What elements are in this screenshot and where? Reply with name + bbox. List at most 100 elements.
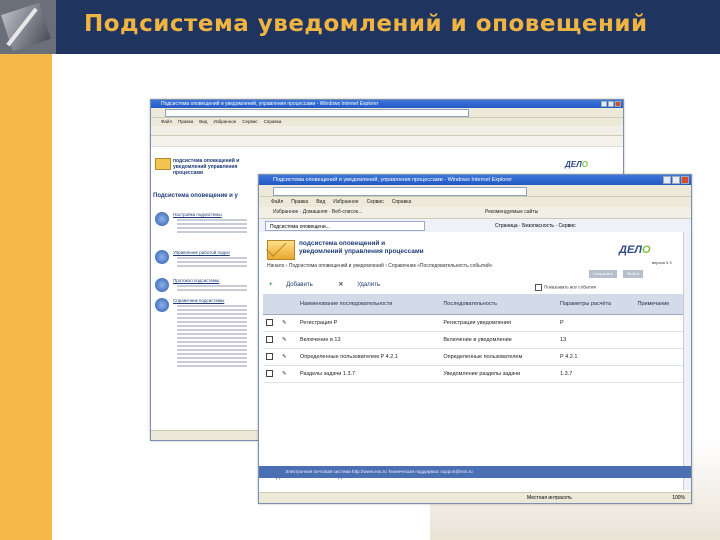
checkbox-icon[interactable] bbox=[535, 284, 542, 291]
row-params: 13 bbox=[557, 331, 635, 349]
menu-file[interactable]: Файл bbox=[271, 197, 283, 207]
add-button[interactable]: + Добавить bbox=[269, 282, 325, 288]
favorite-link-2[interactable]: Рекомендуемые сайты bbox=[485, 207, 538, 218]
command-tools[interactable]: Страница · Безопасность · Сервис bbox=[495, 221, 576, 231]
exit-button[interactable]: Выйти bbox=[623, 270, 644, 278]
window-controls bbox=[601, 101, 621, 107]
edit-icon[interactable]: ✎ bbox=[279, 365, 297, 383]
breadcrumb[interactable]: Начало › Подсистема оповещений и уведомл… bbox=[267, 263, 517, 270]
row-params: Р bbox=[557, 314, 635, 332]
settings-icon bbox=[155, 212, 169, 226]
window-controls bbox=[663, 176, 689, 184]
list-item-label[interactable]: Настройка подсистемы bbox=[173, 212, 222, 217]
menu-tools[interactable]: Сервис bbox=[242, 118, 257, 126]
table-row[interactable]: ✎ Регистрация Р Регистрация уведомления … bbox=[263, 314, 685, 332]
version-label: версия 9.3 bbox=[652, 260, 672, 265]
window-title: Подсистема оповещений и уведомлений, упр… bbox=[161, 101, 379, 107]
menu-help[interactable]: Справка bbox=[264, 118, 282, 126]
slide-title: Подсистема уведомлений и оповещений bbox=[84, 11, 648, 37]
zoom-level[interactable]: 100% bbox=[672, 493, 685, 503]
window-titlebar[interactable]: Подсистема оповещений и уведомлений, упр… bbox=[151, 100, 623, 108]
table-row[interactable]: ✎ Определенные пользователем Р 4.2.1 Опр… bbox=[263, 348, 685, 366]
delo-logo: ДЕЛО bbox=[619, 244, 651, 256]
row-name: Регистрация Р bbox=[297, 314, 441, 332]
edit-icon[interactable]: ✎ bbox=[279, 331, 297, 349]
column-header[interactable]: Наименование последовательности bbox=[297, 294, 441, 315]
menu-view[interactable]: Вид bbox=[199, 118, 207, 126]
menu-favorites[interactable]: Избранное bbox=[333, 197, 358, 207]
row-checkbox[interactable] bbox=[266, 369, 273, 377]
row-checkbox[interactable] bbox=[266, 318, 273, 326]
delete-button[interactable]: ✕ Удалить bbox=[338, 282, 392, 288]
minimize-icon[interactable] bbox=[663, 176, 671, 184]
process-icon bbox=[155, 250, 169, 264]
minimize-icon[interactable] bbox=[601, 101, 607, 107]
address-field[interactable] bbox=[273, 187, 527, 196]
app-title: подсистема оповещений и уведомлений упра… bbox=[173, 158, 263, 176]
envelope-icon bbox=[267, 240, 295, 260]
menu-view[interactable]: Вид bbox=[316, 197, 325, 207]
scrollbar[interactable] bbox=[683, 232, 691, 490]
column-header bbox=[279, 294, 297, 315]
edit-icon[interactable]: ✎ bbox=[279, 314, 297, 332]
list-item-label[interactable]: Управление работой подси bbox=[173, 250, 230, 255]
table-row[interactable]: ✎ Включение в 13 Включение в уведомление… bbox=[263, 331, 685, 349]
command-bar bbox=[151, 136, 623, 147]
row-sequence: Уведомление разделы задачи bbox=[440, 365, 558, 383]
menu-tools[interactable]: Сервис bbox=[367, 197, 384, 207]
list-item-label[interactable]: Справочник подсистемы bbox=[173, 298, 224, 303]
window-title: Подсистема оповещений и уведомлений, упр… bbox=[273, 177, 513, 183]
column-header bbox=[263, 294, 279, 315]
menu-edit[interactable]: Правка bbox=[291, 197, 308, 207]
menu-bar: Файл Правка Вид Избранное Сервис Справка bbox=[151, 118, 623, 126]
app-title: подсистема оповещений и уведомлений упра… bbox=[299, 240, 499, 256]
left-decor-strip bbox=[0, 54, 56, 540]
edit-icon[interactable]: ✎ bbox=[279, 348, 297, 366]
filter-checkbox[interactable]: Показывать все события bbox=[535, 284, 596, 291]
row-sequence: Включение в уведомление bbox=[440, 331, 558, 349]
save-button[interactable]: Сохранить bbox=[589, 270, 617, 278]
row-checkbox[interactable] bbox=[266, 352, 273, 360]
window-titlebar[interactable]: Подсистема оповещений и уведомлений, упр… bbox=[259, 175, 691, 185]
row-note bbox=[634, 331, 685, 349]
directory-icon bbox=[155, 298, 169, 312]
delo-logo: ДЕЛО bbox=[565, 160, 588, 169]
app-footer: Электронная почтовая система http://www.… bbox=[259, 466, 691, 478]
address-field[interactable] bbox=[165, 109, 469, 117]
pen-logo-icon bbox=[0, 0, 56, 54]
row-note bbox=[634, 314, 685, 332]
envelope-icon bbox=[155, 158, 171, 170]
delete-icon: ✕ bbox=[338, 282, 346, 288]
protocol-icon bbox=[155, 278, 169, 292]
app-title-line2: уведомлений управления процессами bbox=[173, 164, 238, 176]
maximize-icon[interactable] bbox=[672, 176, 680, 184]
table-row[interactable]: ✎ Разделы задачи 1.3.7 Уведомление разде… bbox=[263, 365, 685, 383]
favorite-link[interactable]: Домашняя · Веб-список... bbox=[303, 209, 362, 215]
browser-tab[interactable]: Подсистема оповещени... bbox=[265, 221, 425, 231]
menu-file[interactable]: Файл bbox=[161, 118, 172, 126]
browser-toolbar bbox=[151, 126, 623, 136]
address-bar bbox=[151, 108, 623, 118]
sequence-table: Наименование последовательности Последов… bbox=[263, 294, 685, 383]
browser-window-front[interactable]: Подсистема оповещений и уведомлений, упр… bbox=[258, 174, 692, 504]
row-name: Разделы задачи 1.3.7 bbox=[297, 365, 441, 383]
row-note bbox=[634, 365, 685, 383]
row-name: Определенные пользователем Р 4.2.1 bbox=[297, 348, 441, 366]
menu-help[interactable]: Справка bbox=[392, 197, 412, 207]
column-header[interactable]: Параметры расчёта bbox=[557, 294, 635, 315]
row-params: Р 4.2.1 bbox=[557, 348, 635, 366]
app-content: подсистема оповещений и уведомлений упра… bbox=[259, 232, 691, 490]
row-checkbox[interactable] bbox=[266, 335, 273, 343]
close-icon[interactable] bbox=[615, 101, 621, 107]
favorites-button[interactable]: Избранное · Домашняя · Веб-список... bbox=[273, 207, 362, 218]
maximize-icon[interactable] bbox=[608, 101, 614, 107]
menu-favorites[interactable]: Избранное bbox=[213, 118, 236, 126]
add-icon: + bbox=[269, 282, 275, 288]
close-icon[interactable] bbox=[681, 176, 689, 184]
app-title-line1: подсистема оповещений и bbox=[299, 240, 386, 247]
column-header[interactable]: Последовательность bbox=[440, 294, 558, 315]
column-header[interactable]: Примечание bbox=[634, 294, 685, 315]
menu-edit[interactable]: Правка bbox=[178, 118, 193, 126]
list-item-label[interactable]: Протокол подсистемы bbox=[173, 278, 219, 283]
menu-bar: Файл Правка Вид Избранное Сервис Справка bbox=[259, 197, 691, 207]
